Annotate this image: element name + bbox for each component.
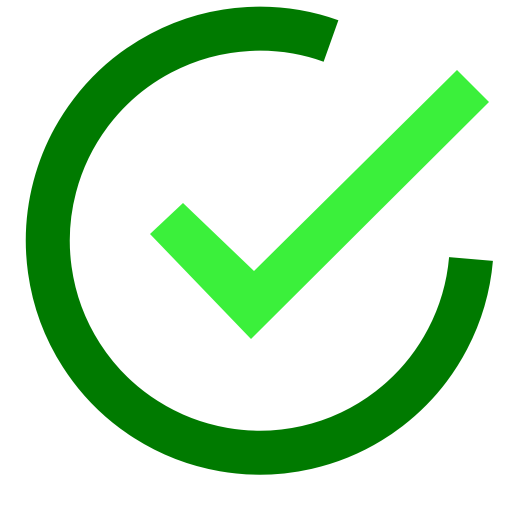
check-circle-icon bbox=[0, 0, 512, 512]
ring-arc bbox=[25, 6, 493, 475]
check-circle-icon-svg bbox=[25, 6, 493, 475]
check-mark bbox=[150, 70, 489, 339]
